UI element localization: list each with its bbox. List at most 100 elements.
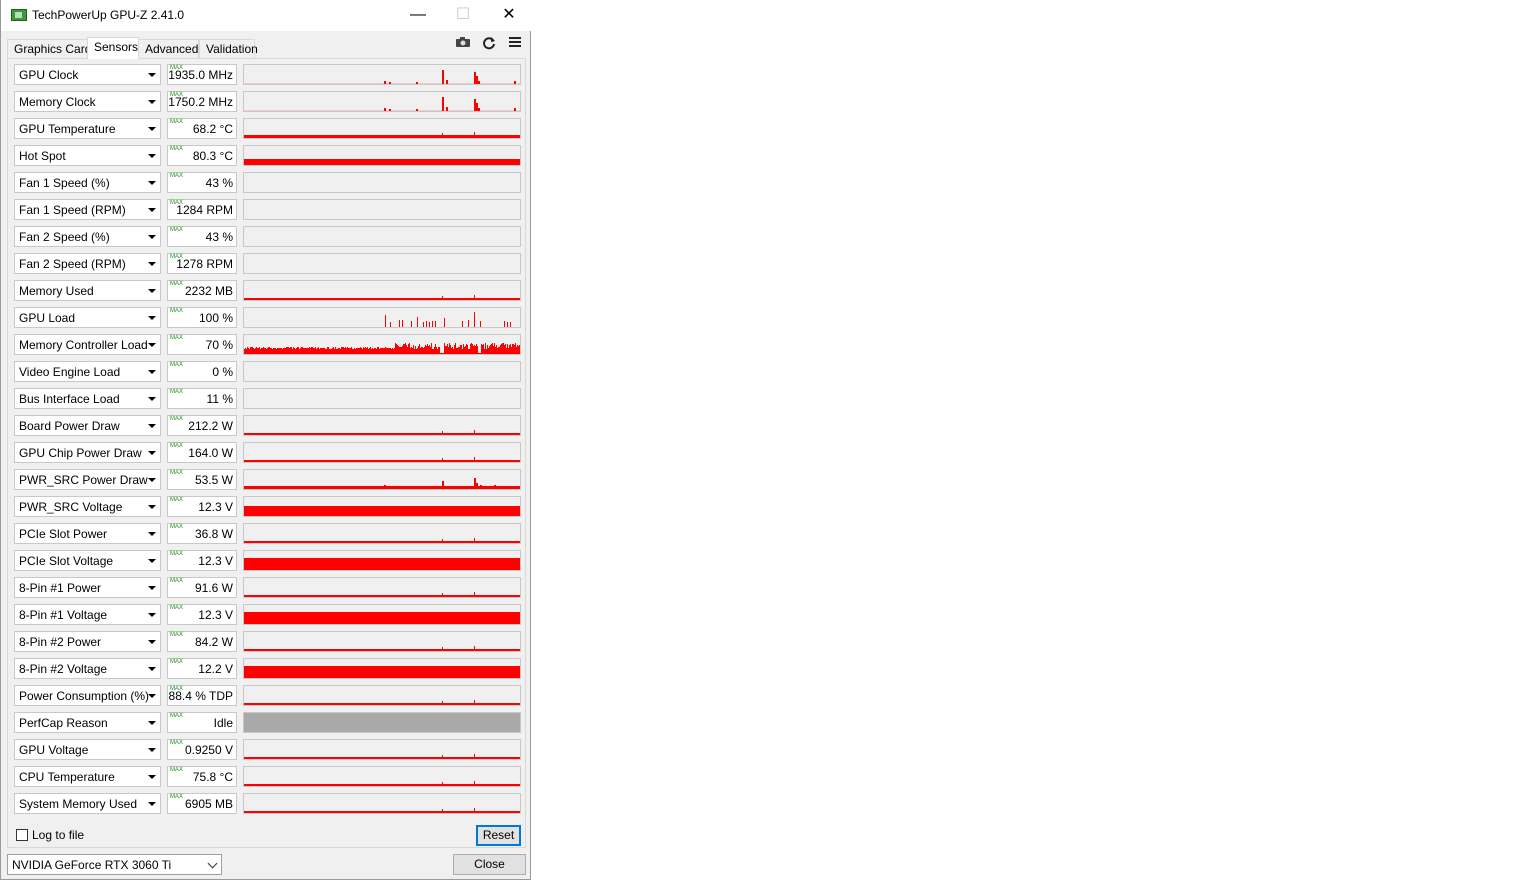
- graph-bar: [303, 348, 304, 354]
- sensor-select[interactable]: CPU Temperature: [14, 766, 161, 787]
- sensor-select[interactable]: Video Engine Load: [14, 361, 161, 382]
- graph-bar: [438, 347, 439, 354]
- log-to-file-checkbox[interactable]: [16, 829, 28, 841]
- sensor-select[interactable]: GPU Chip Power Draw: [14, 442, 161, 463]
- close-button[interactable]: Close: [453, 854, 526, 875]
- sensor-value-box: MAX 53.5 W: [167, 469, 237, 490]
- menu-icon[interactable]: [506, 36, 524, 50]
- sensor-value: 6905 MB: [184, 797, 233, 811]
- sensor-select[interactable]: Fan 1 Speed (RPM): [14, 199, 161, 220]
- graph-bar: [493, 346, 494, 354]
- tab-sensors[interactable]: Sensors: [87, 37, 139, 59]
- graph-bar: [342, 347, 343, 354]
- dropdown-arrow-icon: [148, 640, 156, 644]
- sensor-select[interactable]: Board Power Draw: [14, 415, 161, 436]
- sensor-select[interactable]: Fan 2 Speed (RPM): [14, 253, 161, 274]
- sensor-select[interactable]: Fan 2 Speed (%): [14, 226, 161, 247]
- sensor-graph-plot: [244, 173, 520, 192]
- sensor-select[interactable]: 8-Pin #1 Power: [14, 577, 161, 598]
- graph-bar: [340, 349, 341, 354]
- graph-bar: [244, 349, 245, 354]
- sensor-value: 2232 MB: [184, 284, 233, 298]
- sensor-graph-plot: [244, 538, 520, 543]
- graph-bar: [323, 348, 324, 354]
- graph-bar: [436, 347, 437, 354]
- graph-bar: [361, 348, 362, 354]
- tab-validation[interactable]: Validation: [199, 39, 258, 58]
- graph-bar: [443, 353, 444, 354]
- sensor-graph: [243, 766, 521, 787]
- graph-bar: [454, 345, 455, 354]
- max-badge: MAX: [170, 740, 184, 746]
- sensor-select[interactable]: Hot Spot: [14, 145, 161, 166]
- sensor-label: Fan 1 Speed (%): [19, 176, 110, 190]
- tab-graphics-card[interactable]: Graphics Card: [7, 39, 91, 58]
- sensor-select[interactable]: 8-Pin #1 Voltage: [14, 604, 161, 625]
- graph-bar: [486, 349, 487, 354]
- graph-spike: [384, 81, 386, 84]
- graph-bar: [496, 345, 497, 354]
- refresh-icon[interactable]: [480, 36, 498, 50]
- sensor-graph: [243, 280, 521, 301]
- tab-advanced[interactable]: Advanced: [138, 39, 199, 58]
- sensor-value: 1284 RPM: [176, 203, 233, 217]
- graph-bar: [363, 347, 364, 354]
- graph-bar: [316, 349, 317, 354]
- graph-bar: [413, 345, 414, 354]
- sensor-value-box: MAX 12.3 V: [167, 604, 237, 625]
- sensor-select[interactable]: Power Consumption (%): [14, 685, 161, 706]
- graph-bar: [450, 345, 451, 354]
- graph-bar: [446, 346, 447, 354]
- sensor-select[interactable]: Memory Used: [14, 280, 161, 301]
- sensor-select[interactable]: Memory Controller Load: [14, 334, 161, 355]
- graph-bar: [334, 349, 335, 354]
- sensor-graph: [243, 523, 521, 544]
- reset-button[interactable]: Reset: [476, 825, 521, 846]
- sensor-value: 1935.0 MHz: [168, 68, 233, 82]
- sensor-graph-plot: [244, 666, 520, 678]
- graph-bar: [462, 349, 463, 354]
- graph-bar: [484, 349, 485, 354]
- sensor-value: 0.9250 V: [184, 743, 233, 757]
- graph-spike: [480, 485, 482, 489]
- sensor-select[interactable]: PCIe Slot Power: [14, 523, 161, 544]
- graph-bar: [458, 347, 459, 354]
- sensor-label: GPU Clock: [19, 68, 79, 82]
- close-window-button[interactable]: ✕: [486, 0, 532, 31]
- sensor-select[interactable]: Bus Interface Load: [14, 388, 161, 409]
- camera-icon[interactable]: [454, 36, 472, 50]
- graph-bar: [251, 347, 252, 354]
- gpu-select[interactable]: NVIDIA GeForce RTX 3060 Ti: [7, 854, 222, 875]
- sensor-select[interactable]: System Memory Used: [14, 793, 161, 814]
- sensor-select[interactable]: Fan 1 Speed (%): [14, 172, 161, 193]
- sensor-select[interactable]: Memory Clock: [14, 91, 161, 112]
- graph-spike: [474, 781, 475, 784]
- graph-bar: [469, 349, 470, 354]
- sensor-select[interactable]: GPU Temperature: [14, 118, 161, 139]
- sensor-select[interactable]: PWR_SRC Voltage: [14, 496, 161, 517]
- sensor-select[interactable]: PerfCap Reason: [14, 712, 161, 733]
- graph-bar: [262, 348, 263, 354]
- sensor-select[interactable]: 8-Pin #2 Power: [14, 631, 161, 652]
- sensor-row: Memory Clock MAX 1750.2 MHz: [14, 91, 521, 112]
- graph-fill: [244, 135, 520, 138]
- sensor-select[interactable]: PCIe Slot Voltage: [14, 550, 161, 571]
- graph-spike: [510, 322, 511, 327]
- sensor-select[interactable]: GPU Load: [14, 307, 161, 328]
- sensor-select[interactable]: 8-Pin #2 Voltage: [14, 658, 161, 679]
- sensor-graph-plot: [244, 389, 520, 408]
- minimize-button[interactable]: —: [395, 0, 441, 31]
- sensor-value: 12.3 V: [198, 500, 233, 514]
- title-bar[interactable]: TechPowerUp GPU-Z 2.41.0 — ☐ ✕: [1, 0, 532, 31]
- sensor-label: PCIe Slot Power: [19, 527, 108, 541]
- graph-spike: [389, 109, 391, 111]
- maximize-button[interactable]: ☐: [440, 0, 486, 31]
- sensor-select[interactable]: PWR_SRC Power Draw: [14, 469, 161, 490]
- max-badge: MAX: [170, 146, 184, 152]
- sensor-graph: [243, 631, 521, 652]
- graph-bar: [421, 347, 422, 354]
- sensor-select[interactable]: GPU Voltage: [14, 739, 161, 760]
- graph-bar: [467, 345, 468, 354]
- sensor-select[interactable]: GPU Clock: [14, 64, 161, 85]
- sensor-graph-plot: [244, 646, 520, 651]
